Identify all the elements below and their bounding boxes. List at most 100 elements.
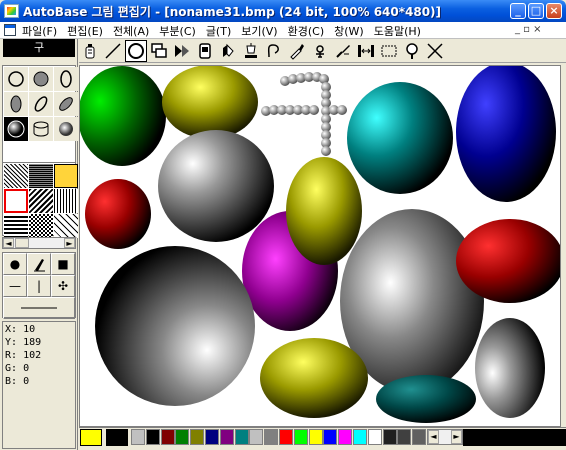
coordinate-status-panel: X: 10 Y: 189 R: 102 G: 0 B: 0	[2, 321, 76, 449]
canvas-edge	[561, 65, 566, 427]
pattern-blank-selected[interactable]	[4, 189, 28, 213]
menu-file[interactable]: 파일(F)	[22, 23, 57, 39]
palette-swatch[interactable]	[367, 429, 382, 445]
palette-swatch[interactable]	[190, 429, 205, 445]
palette-swatch[interactable]	[234, 429, 249, 445]
mdi-controls[interactable]: _ ▫ ×	[515, 24, 542, 35]
filled-tilted-ellipse-shape[interactable]	[54, 92, 78, 116]
foreground-color[interactable]	[80, 429, 102, 446]
menu-part[interactable]: 부분(C)	[159, 23, 196, 39]
horizontal-line-icon[interactable]: —	[3, 275, 27, 297]
line-width-selector[interactable]	[3, 297, 75, 319]
canvas-artwork	[80, 66, 560, 423]
menu-text[interactable]: 글(T)	[206, 23, 231, 39]
palette-swatch[interactable]	[382, 429, 397, 445]
menu-bar: 파일(F) 편집(E) 전체(A) 부분(C) 글(T) 보기(V) 환경(C)…	[0, 22, 566, 39]
pattern-horizontal-gray[interactable]	[29, 164, 53, 188]
palette-swatch[interactable]	[131, 429, 145, 445]
vertical-line-icon[interactable]: |	[27, 275, 51, 297]
background-color[interactable]	[106, 429, 128, 446]
move-cross-icon[interactable]: ✣	[51, 275, 75, 297]
palette-swatch[interactable]	[279, 429, 293, 445]
pattern-yellow-image[interactable]	[54, 164, 78, 188]
menu-window[interactable]: 창(W)	[334, 23, 364, 39]
palette-swatch[interactable]	[353, 429, 367, 445]
menu-view[interactable]: 보기(V)	[241, 23, 277, 39]
palette-scroll-left-icon[interactable]: ◄	[428, 430, 439, 444]
g-label: G:	[5, 363, 18, 374]
palette-swatch[interactable]	[293, 429, 308, 445]
y-label: Y:	[5, 337, 18, 348]
pattern-diagonal[interactable]	[4, 164, 28, 188]
x-value: 10	[23, 324, 36, 335]
palette-scroll-right-icon[interactable]: ►	[451, 430, 462, 444]
maximize-button[interactable]: □	[528, 3, 544, 19]
pattern-checker[interactable]	[29, 214, 53, 238]
left-tool-panel: 구 ◄ ► ● ■ — | ✣ X: 10 Y: 189 R: 102 G: 0…	[0, 39, 78, 450]
gradient-circle-shape[interactable]	[4, 117, 28, 141]
gear-icon[interactable]	[309, 40, 331, 62]
menu-settings[interactable]: 환경(C)	[288, 23, 325, 39]
brush-icon[interactable]	[332, 40, 354, 62]
line-icon[interactable]	[102, 40, 124, 62]
square-brush-icon[interactable]: ■	[51, 253, 75, 275]
pattern-horizontal[interactable]	[4, 214, 28, 238]
document-icon[interactable]	[4, 24, 16, 36]
filled-circle-shape[interactable]	[29, 67, 53, 91]
scroll-thumb[interactable]	[15, 238, 29, 248]
g-value: 0	[23, 363, 30, 374]
pen-brush-icon[interactable]	[27, 253, 51, 275]
character-display[interactable]: 구	[3, 39, 75, 57]
cross-icon[interactable]	[424, 40, 446, 62]
palette-swatch[interactable]	[219, 429, 234, 445]
palette-swatch[interactable]	[397, 429, 412, 445]
palette-swatch[interactable]	[205, 429, 219, 445]
lasso-icon[interactable]	[263, 40, 285, 62]
menu-all[interactable]: 전체(A)	[113, 23, 149, 39]
magnify-icon[interactable]	[401, 40, 423, 62]
palette-swatch[interactable]	[264, 429, 279, 445]
stamp-icon[interactable]	[194, 40, 216, 62]
palette-swatch[interactable]	[338, 429, 353, 445]
sphere-shape[interactable]	[54, 117, 78, 141]
app-icon[interactable]	[4, 4, 19, 18]
pattern-vertical[interactable]	[54, 189, 78, 213]
close-button[interactable]: ×	[546, 3, 562, 19]
ellipse-icon[interactable]	[125, 40, 147, 62]
b-label: B:	[5, 376, 18, 387]
pattern-scrollbar[interactable]: ◄ ►	[2, 237, 76, 249]
tall-ellipse-shape[interactable]	[54, 67, 78, 91]
minimize-button[interactable]: _	[510, 3, 526, 19]
rect-select-icon[interactable]	[378, 40, 400, 62]
palette-swatch[interactable]	[145, 429, 160, 445]
x-label: X:	[5, 324, 18, 335]
palette-swatch[interactable]	[175, 429, 190, 445]
drawing-canvas[interactable]	[79, 65, 561, 427]
palette-swatch[interactable]	[308, 429, 323, 445]
menu-help[interactable]: 도움말(H)	[374, 23, 421, 39]
r-label: R:	[5, 350, 18, 361]
pattern-fine-diagonal[interactable]	[54, 214, 78, 238]
outline-circle-shape[interactable]	[4, 67, 28, 91]
pattern-back-diagonal[interactable]	[29, 189, 53, 213]
menu-edit[interactable]: 편집(E)	[67, 23, 103, 39]
palette-swatch[interactable]	[323, 429, 338, 445]
spray-can-icon[interactable]	[79, 40, 101, 62]
dot-brush-icon[interactable]: ●	[3, 253, 27, 275]
eyedropper-icon[interactable]	[286, 40, 308, 62]
title-bar: AutoBase 그림 편집기 - [noname31.bmp (24 bit,…	[0, 0, 566, 22]
bucket-icon[interactable]	[240, 40, 262, 62]
stretch-icon[interactable]	[355, 40, 377, 62]
fill-arrow-icon[interactable]	[171, 40, 193, 62]
tilted-ellipse-shape[interactable]	[29, 92, 53, 116]
palette-swatch[interactable]	[249, 429, 264, 445]
cylinder-shape[interactable]	[29, 117, 53, 141]
scroll-left-arrow-icon[interactable]: ◄	[3, 238, 14, 248]
scroll-right-arrow-icon[interactable]: ►	[64, 238, 75, 248]
rect-copy-icon[interactable]	[148, 40, 170, 62]
palette-scrollbar[interactable]: ◄ ►	[427, 429, 463, 445]
eraser-icon[interactable]	[217, 40, 239, 62]
palette-swatch[interactable]	[160, 429, 175, 445]
palette-swatch[interactable]	[412, 429, 427, 445]
filled-tall-ellipse-shape[interactable]	[4, 92, 28, 116]
